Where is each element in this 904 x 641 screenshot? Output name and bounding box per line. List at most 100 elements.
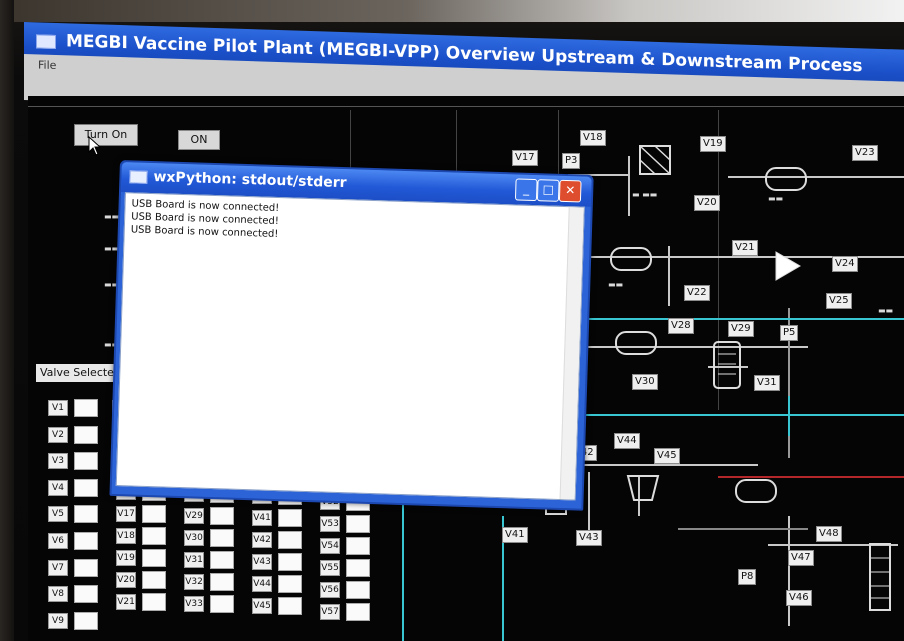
valve-tag-v43[interactable]: V43 [576,530,602,546]
valve-label-v3: V3 [48,453,68,470]
console-output-text: USB Board is now connected! USB Board is… [130,198,280,241]
valve-toggle-v1[interactable] [74,399,98,417]
valve-toggle-v3[interactable] [74,452,98,471]
valve-tag-v23[interactable]: V23 [852,145,878,161]
valve-tag-v28[interactable]: V28 [668,318,694,334]
valve-toggle-v31[interactable] [210,551,234,569]
storage-tank-icon [610,247,652,271]
valve-selected-label: Valve Selected [36,364,124,382]
valve-label-v7: V7 [48,559,68,576]
valve-toggle-v18[interactable] [142,527,166,545]
valve-toggle-v30[interactable] [210,529,234,547]
valve-tag-v45[interactable]: V45 [654,448,680,464]
valve-tag-v24[interactable]: V24 [832,256,858,272]
valve-label-v8: V8 [48,586,68,603]
monitor-bezel-top [0,0,904,22]
valve-toggle-v7[interactable] [74,558,98,577]
valve-toggle-v6[interactable] [74,532,98,550]
valve-toggle-v20[interactable] [142,571,166,589]
valve-label-v57: V57 [320,604,340,620]
storage-tank-icon [735,479,777,503]
status-on-display: ON [178,130,220,150]
valve-tag-v19[interactable]: V19 [700,136,726,152]
valve-tag-v25[interactable]: V25 [826,293,852,309]
valve-toggle-v9[interactable] [74,611,98,630]
valve-toggle-v44[interactable] [278,575,302,593]
valve-label-v21: V21 [116,594,136,610]
valve-toggle-v43[interactable] [278,553,302,571]
valve-label-v30: V30 [184,530,204,546]
valve-label-v32: V32 [184,574,204,590]
valve-toggle-v33[interactable] [210,595,234,613]
valve-tag-v46[interactable]: V46 [786,590,812,606]
valve-tag-v21[interactable]: V21 [732,240,758,256]
valve-toggle-v5[interactable] [74,505,98,524]
pump-icon [775,251,801,281]
valve-toggle-v55[interactable] [346,559,370,577]
console-title: wxPython: stdout/stderr [153,169,347,192]
valve-label-v17: V17 [116,506,136,522]
column-icon [869,543,891,611]
valve-toggle-v32[interactable] [210,573,234,591]
valve-toggle-v29[interactable] [210,507,234,525]
close-button[interactable]: ✕ [558,179,582,203]
valve-toggle-v57[interactable] [346,603,370,621]
valve-label-v54: V54 [320,538,340,554]
valve-tag-v31[interactable]: V31 [754,375,780,391]
turn-on-button[interactable]: Turn On [74,124,138,146]
valve-toggle-v4[interactable] [74,478,98,497]
valve-toggle-v21[interactable] [142,593,166,611]
monitor-bezel-left [0,0,14,641]
valve-tag-v47[interactable]: V47 [788,550,814,566]
valve-label-v18: V18 [116,528,136,544]
storage-tank-icon [765,167,807,191]
maximize-button[interactable]: □ [536,179,560,202]
valve-toggle-v2[interactable] [74,425,98,444]
minimize-button[interactable]: _ [514,178,538,202]
pump-tag-p3[interactable]: P3 [562,153,581,169]
valve-label-v41: V41 [252,510,272,526]
valve-toggle-v42[interactable] [278,531,302,549]
valve-label-v4: V4 [48,479,68,496]
valve-label-v43: V43 [252,554,272,570]
valve-tag-v18[interactable]: V18 [580,130,606,146]
console-window: wxPython: stdout/stderr _ □ ✕ USB Board … [109,160,594,511]
valve-label-v6: V6 [48,533,68,549]
valve-label-v53: V53 [320,516,340,532]
valve-label-v29: V29 [184,508,204,524]
valve-toggle-v45[interactable] [278,597,302,615]
valve-label-v2: V2 [48,426,68,443]
console-scrollbar[interactable] [559,207,584,500]
mouse-cursor-icon [88,136,102,156]
valve-toggle-v54[interactable] [346,537,370,555]
valve-toggle-v8[interactable] [74,585,98,604]
storage-tank-icon [615,331,657,355]
valve-toggle-v17[interactable] [142,505,166,523]
valve-label-v20: V20 [116,572,136,588]
valve-label-v1: V1 [48,400,68,416]
valve-tag-v30[interactable]: V30 [632,374,658,390]
valve-toggle-v53[interactable] [346,515,370,533]
valve-tag-v22[interactable]: V22 [684,285,710,301]
console-output-area[interactable]: USB Board is now connected! USB Board is… [115,192,585,501]
valve-tag-v48[interactable]: V48 [816,526,842,542]
valve-toggle-v19[interactable] [142,549,166,567]
valve-tag-v17[interactable]: V17 [512,150,538,166]
menu-file[interactable]: File [38,58,56,72]
valve-label-v44: V44 [252,576,272,592]
valve-toggle-v41[interactable] [278,509,302,527]
valve-label-v9: V9 [48,612,68,629]
photo-stage: MEGBI Vaccine Pilot Plant (MEGBI-VPP) Ov… [0,0,904,641]
valve-tag-v44[interactable]: V44 [614,433,640,449]
valve-label-v19: V19 [116,550,136,566]
valve-tag-v41[interactable]: V41 [502,527,528,543]
bioreactor-icon [713,341,741,389]
pump-tag-p8[interactable]: P8 [738,569,757,585]
valve-tag-v29[interactable]: V29 [728,321,754,337]
valve-label-v42: V42 [252,532,272,548]
pump-tag-p5[interactable]: P5 [780,325,799,341]
valve-toggle-v56[interactable] [346,581,370,599]
app-window-icon [36,34,56,50]
valve-label-v45: V45 [252,598,272,614]
valve-tag-v20[interactable]: V20 [694,195,720,211]
